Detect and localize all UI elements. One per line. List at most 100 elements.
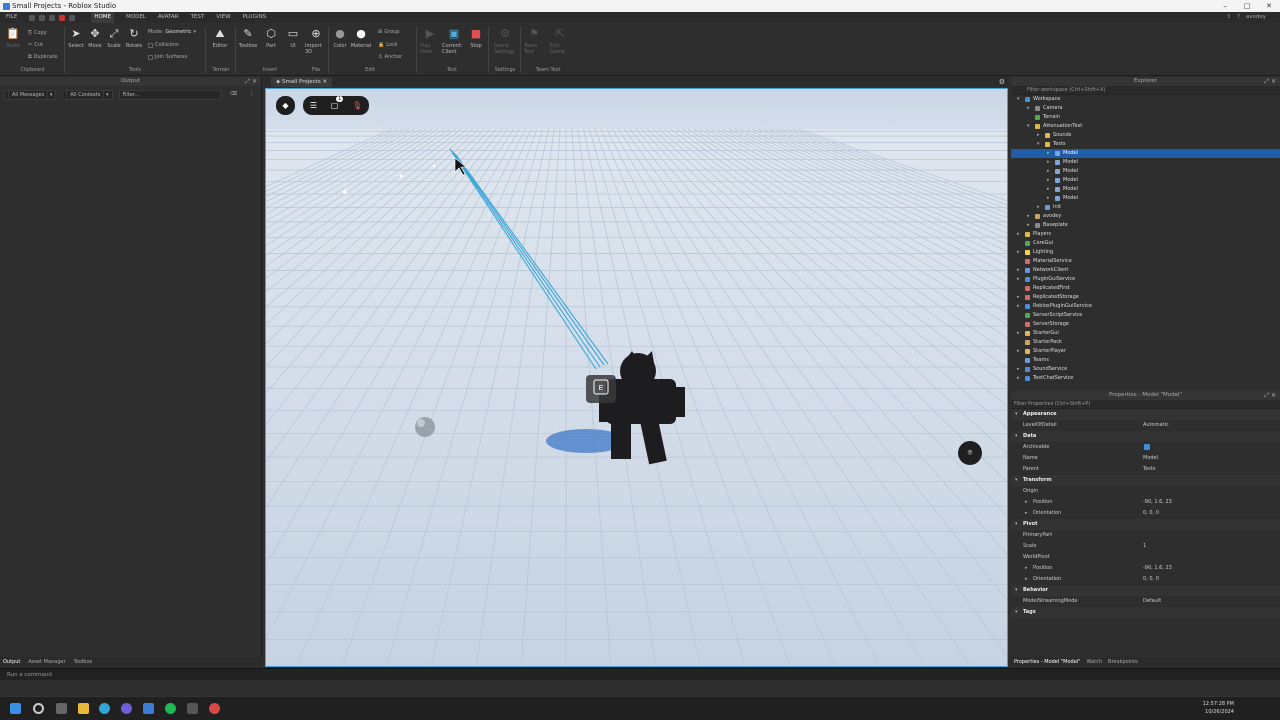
property-row[interactable]: WorldPivot	[1011, 552, 1280, 563]
expand-chevron-icon[interactable]: ▾	[1037, 140, 1040, 149]
property-value[interactable]: Default	[1143, 596, 1161, 607]
maximize-button[interactable]: □	[1236, 0, 1258, 12]
expand-chevron-icon[interactable]: ▸	[1017, 293, 1020, 302]
stop-icon[interactable]	[59, 14, 66, 21]
tab-properties[interactable]: Properties - Model "Model"	[1014, 657, 1080, 667]
tab-watch[interactable]: Watch	[1086, 657, 1102, 667]
select-tool-button[interactable]: ➤ Select	[66, 27, 86, 49]
property-row[interactable]: ModelStreamingMode Default	[1011, 596, 1280, 607]
property-category[interactable]: ▾ Appearance	[1011, 409, 1280, 420]
system-clock[interactable]: 12:57:28 PM 10/26/2024	[1203, 700, 1234, 716]
property-value[interactable]: 1	[1143, 541, 1146, 552]
explorer-item[interactable]: ▸ PluginGuiService	[1011, 275, 1280, 284]
explorer-item[interactable]: ▾ AttenuationTest	[1011, 122, 1280, 131]
move-tool-button[interactable]: ✥ Move	[85, 27, 105, 49]
search-icon[interactable]	[33, 703, 44, 714]
stop-button[interactable]: ■ Stop	[466, 27, 486, 49]
windows-start-icon[interactable]	[10, 703, 21, 714]
scale-tool-button[interactable]: ⤢ Scale	[104, 27, 124, 50]
explorer-item[interactable]: ▸ Model	[1011, 158, 1280, 167]
save-icon[interactable]	[29, 14, 36, 21]
material-button[interactable]: ● Material	[351, 27, 371, 49]
contexts-filter-dropdown[interactable]: All Contexts ▾	[62, 90, 113, 100]
chat-icon[interactable]: ▢ 1	[331, 96, 344, 110]
3d-viewport[interactable]: E ◆ ☰ ▢ 1 🎙 ⌾	[265, 88, 1008, 667]
roblox-app-icon[interactable]	[187, 703, 198, 714]
expand-chevron-icon[interactable]: ▸	[1047, 149, 1050, 158]
microphone-icon[interactable]: 🎙	[352, 101, 362, 110]
explorer-item[interactable]: ▸ Model	[1011, 149, 1280, 158]
menu-view[interactable]: VIEW	[216, 12, 230, 23]
explorer-item[interactable]: ▾ Tests	[1011, 140, 1280, 149]
collisions-toggle[interactable]: Collisions	[148, 42, 179, 48]
duplicate-button[interactable]: ⧉ Duplicate	[28, 54, 57, 60]
explorer-filter-input[interactable]: Filter workspace (Ctrl+Shift+X)	[1011, 86, 1280, 95]
property-category[interactable]: ▾ Pivot	[1011, 519, 1280, 530]
explorer-item[interactable]: ▸ TextChatService	[1011, 374, 1280, 383]
explorer-item[interactable]: ▸ Model	[1011, 176, 1280, 185]
collapse-chevron-icon[interactable]: ▾	[1015, 475, 1018, 486]
spotify-icon[interactable]	[165, 703, 176, 714]
close-icon[interactable]: ⤢ ✕	[1264, 77, 1276, 86]
expand-chevron-icon[interactable]: ▸	[1037, 203, 1040, 212]
explorer-item[interactable]: CoreGui	[1011, 239, 1280, 248]
lock-button[interactable]: 🔒 Lock	[378, 42, 398, 48]
discord-icon[interactable]	[121, 703, 132, 714]
chrome-icon[interactable]	[209, 703, 220, 714]
property-row[interactable]: Origin	[1011, 486, 1280, 497]
expand-chevron-icon[interactable]: ▸	[1047, 158, 1050, 167]
tab-small-projects[interactable]: ◈ Small Projects ✕	[271, 77, 333, 87]
close-button[interactable]: ✕	[1258, 0, 1280, 12]
explorer-item[interactable]: ▸ avodey	[1011, 212, 1280, 221]
close-icon[interactable]: ⤢ ✕	[245, 77, 257, 86]
expand-chevron-icon[interactable]: ▸	[1025, 563, 1028, 574]
explorer-item[interactable]: ▸ SoundService	[1011, 365, 1280, 374]
collapse-chevron-icon[interactable]: ▾	[1015, 431, 1018, 442]
property-category[interactable]: ▾ Behavior	[1011, 585, 1280, 596]
explorer-item[interactable]: ServerStorage	[1011, 320, 1280, 329]
expand-chevron-icon[interactable]: ▸	[1017, 230, 1020, 239]
explorer-item[interactable]: MaterialService	[1011, 257, 1280, 266]
expand-chevron-icon[interactable]: ▸	[1017, 329, 1020, 338]
explorer-item[interactable]: ▸ Players	[1011, 230, 1280, 239]
explorer-item[interactable]: ▸ ReplicatedStorage	[1011, 293, 1280, 302]
hamburger-menu-icon[interactable]: ☰	[310, 101, 317, 110]
explorer-item[interactable]: ▸ Lighting	[1011, 248, 1280, 257]
expand-chevron-icon[interactable]: ▸	[1017, 302, 1020, 311]
username[interactable]: avodey	[1246, 12, 1266, 23]
property-row[interactable]: ▸ Position -90, 1.6, 23	[1011, 497, 1280, 508]
property-value[interactable]: -90, 1.6, 23	[1143, 563, 1172, 574]
expand-chevron-icon[interactable]: ▸	[1047, 167, 1050, 176]
property-value[interactable]: Tests	[1143, 464, 1155, 475]
explorer-item[interactable]: ▸ RobloxPluginGuiService	[1011, 302, 1280, 311]
explorer-item[interactable]: ▸ Model	[1011, 185, 1280, 194]
expand-chevron-icon[interactable]: ▸	[1025, 508, 1028, 519]
mode-selector[interactable]: Mode: Geometric ▾	[148, 29, 196, 35]
anchor-button[interactable]: ⚓ Anchor	[378, 54, 402, 60]
redo-icon[interactable]	[49, 14, 56, 21]
help-icon[interactable]: ?	[1237, 12, 1240, 23]
menu-test[interactable]: TEST	[191, 12, 205, 23]
group-button[interactable]: ⊞ Group	[378, 29, 399, 35]
undo-icon[interactable]	[39, 14, 46, 21]
explorer-item[interactable]: ▸ StarterGui	[1011, 329, 1280, 338]
property-category[interactable]: ▾ Transform	[1011, 475, 1280, 486]
property-row[interactable]: Archivable	[1011, 442, 1280, 453]
join-surfaces-toggle[interactable]: Join Surfaces	[148, 54, 187, 60]
current-client-button[interactable]: ▣ Current: Client	[442, 27, 466, 55]
menu-plugins[interactable]: PLUGINS	[243, 12, 267, 23]
tab-breakpoints[interactable]: Breakpoints	[1108, 657, 1138, 667]
expand-chevron-icon[interactable]: ▸	[1025, 497, 1028, 508]
explorer-item[interactable]: ▸ Sounds	[1011, 131, 1280, 140]
team-test-button[interactable]: ⚑ Team Test	[524, 27, 544, 55]
property-row[interactable]: ▸ Position -90, 1.6, 23	[1011, 563, 1280, 574]
explorer-item[interactable]: Teams	[1011, 356, 1280, 365]
explorer-item[interactable]: ▸ Camera	[1011, 104, 1280, 113]
tab-toolbox[interactable]: Toolbox	[74, 657, 93, 667]
property-row[interactable]: Name Model	[1011, 453, 1280, 464]
import-3d-button[interactable]: ⊕ Import 3D	[305, 27, 327, 55]
property-row[interactable]: LevelOfDetail Automatic	[1011, 420, 1280, 431]
property-value[interactable]: 0, 0, 0	[1143, 508, 1159, 519]
property-value[interactable]: 0, 0, 0	[1143, 574, 1159, 585]
game-settings-button[interactable]: ⚙ Game Settings	[494, 27, 516, 55]
